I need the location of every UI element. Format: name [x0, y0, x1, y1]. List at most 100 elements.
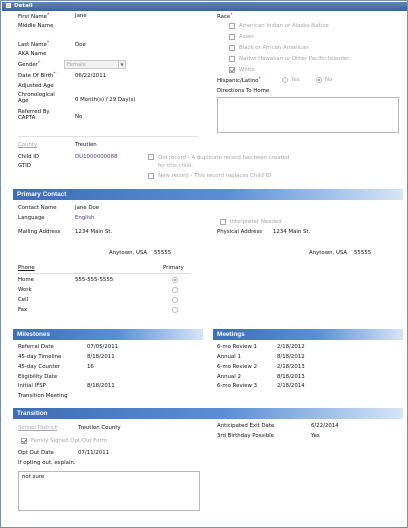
hispanic-yes-label: Yes [291, 77, 300, 83]
milestone-value: 8/18/2011 [87, 354, 115, 360]
explain-textarea[interactable]: not sure [18, 471, 200, 511]
third-bday-label: 3rd Birthday Possible [217, 433, 274, 439]
hispanic-no-label: No [325, 77, 333, 83]
phone-work-primary-radio[interactable] [172, 287, 178, 293]
race-option-label: American Indian or Alaska Native [239, 23, 329, 29]
directions-textarea[interactable] [217, 97, 399, 133]
phone-work-label: Work [18, 287, 32, 293]
last-name-label: Last Name* [18, 41, 50, 48]
race-option-label: Native Hawaiian or Other Pacific Islande… [239, 56, 350, 62]
primary-header: Primary [163, 265, 184, 271]
family-signed-checkbox[interactable] [21, 438, 27, 444]
old-record-label: Old record - A duplicate record has been… [158, 155, 290, 169]
new-record-label: New record - This record replaces Child … [158, 173, 272, 179]
chrono-age-value: 0 Month(s) / 29 Day(s) [75, 97, 136, 103]
old-record-checkbox[interactable] [148, 154, 154, 160]
meeting-value: 2/18/2014 [277, 383, 305, 389]
meeting-value: 2/18/2012 [277, 344, 305, 350]
opt-out-value: 07/11/2011 [78, 450, 110, 456]
race-checkbox-white[interactable] [229, 67, 235, 73]
county-label[interactable]: County [18, 142, 37, 148]
last-name-value: Doe [75, 42, 86, 48]
first-name-value: Jane [75, 13, 87, 19]
race-checkbox-pacific-islander[interactable] [229, 56, 235, 62]
mailing-address-label: Mailing Address [18, 229, 61, 235]
hispanic-no-radio[interactable] [316, 77, 322, 83]
school-district-label[interactable]: School District [18, 425, 57, 431]
chevron-down-icon: ▼ [118, 61, 125, 69]
dob-label: Date Of Birth* [18, 72, 56, 79]
mailing-street: 1234 Main St. [75, 229, 113, 235]
exit-date-label: Anticipated Exit Date [217, 423, 275, 429]
phone-home-label: Home [18, 277, 34, 283]
race-checkbox-black[interactable] [229, 45, 235, 51]
interpreter-checkbox[interactable] [220, 219, 226, 225]
phone-fax-label: Fax [18, 307, 28, 313]
physical-street: 1234 Main St. [273, 229, 311, 235]
child-id-label: Child ID [18, 154, 40, 160]
contact-name-label: Contact Name [18, 205, 57, 211]
phone-cell-label: Cell [18, 297, 29, 303]
phone-home-value: 555-555-5555 [75, 277, 114, 283]
milestone-label: Eligibility Date [18, 374, 58, 380]
physical-city: Anytown, USA [309, 250, 348, 256]
physical-address-label: Physical Address [217, 229, 263, 235]
family-signed-label: Family Signed Opt Out Form [31, 438, 107, 444]
meeting-label: 6-mo Review 3 [217, 383, 258, 389]
mailing-zip: 55555 [154, 250, 172, 256]
phone-header: Phone [18, 265, 35, 271]
third-bday-value: Yes [311, 433, 320, 439]
first-name-label: First Name* [18, 13, 50, 20]
explain-label: If opting out, explain. [18, 460, 76, 466]
race-option-label: Asian [239, 34, 254, 40]
referred-label: Referred By CAPTA [18, 109, 50, 121]
referred-value: No [75, 114, 83, 120]
transition-section-header: Transition [13, 408, 403, 419]
detail-panel: Detail First Name* Jane Middle Name Last… [0, 0, 408, 528]
gender-label: Gender* [18, 61, 41, 68]
gtid-label: GTID [18, 163, 32, 169]
race-option-label: Black or African American [239, 45, 309, 51]
phone-home-primary-radio[interactable] [172, 277, 178, 283]
milestone-value: 8/18/2011 [87, 383, 115, 389]
new-record-checkbox[interactable] [148, 173, 154, 179]
meeting-label: 6-mo Review 1 [217, 344, 258, 350]
phone-fax-primary-radio[interactable] [172, 307, 178, 313]
divider [18, 136, 198, 137]
hispanic-yes-radio[interactable] [282, 77, 288, 83]
race-option-label: White [239, 67, 255, 73]
milestone-label: 45-day Counter [18, 364, 60, 370]
divider [18, 273, 190, 274]
hispanic-label: Hispanic/Latino* [217, 77, 261, 84]
detail-header[interactable]: Detail [2, 2, 407, 11]
school-district-value: Treutlen County [78, 425, 121, 431]
race-checkbox-asian[interactable] [229, 34, 235, 40]
directions-label: Directions To Home [217, 88, 270, 94]
meeting-value: 8/18/2013 [277, 374, 305, 380]
race-checkbox-american-indian[interactable] [229, 23, 235, 29]
language-label: Language [18, 215, 45, 221]
contact-name-value: Jane Doe [75, 205, 100, 211]
child-id-value: DU1000000088 [75, 154, 118, 160]
milestone-value: 07/05/2011 [87, 344, 119, 350]
milestone-label: Transition Meeting [18, 393, 68, 399]
dob-value: 06/22/2011 [75, 73, 107, 79]
chrono-age-label: Chronological Age [18, 92, 55, 104]
phone-cell-primary-radio[interactable] [172, 297, 178, 303]
explain-text: not sure [22, 474, 45, 480]
milestones-section-header: Milestones [13, 329, 203, 340]
meeting-label: Annual 1 [217, 354, 241, 360]
physical-zip: 55555 [354, 250, 372, 256]
aka-name-label: AKA Name [18, 51, 47, 57]
milestone-label: 45-day Timeline [18, 354, 62, 360]
collapse-icon[interactable] [6, 3, 11, 8]
race-label: Race* [217, 13, 233, 20]
exit-date-value: 6/22/2014 [311, 423, 339, 429]
primary-contact-section-header: Primary Contact [13, 189, 403, 200]
county-value: Treutlen [75, 142, 97, 148]
gender-select[interactable]: Female ▼ [64, 60, 126, 69]
detail-title: Detail [14, 3, 33, 9]
milestone-label: Referral Date [18, 344, 54, 350]
meetings-section-header: Meetings [213, 329, 403, 340]
language-value: English [75, 215, 95, 221]
